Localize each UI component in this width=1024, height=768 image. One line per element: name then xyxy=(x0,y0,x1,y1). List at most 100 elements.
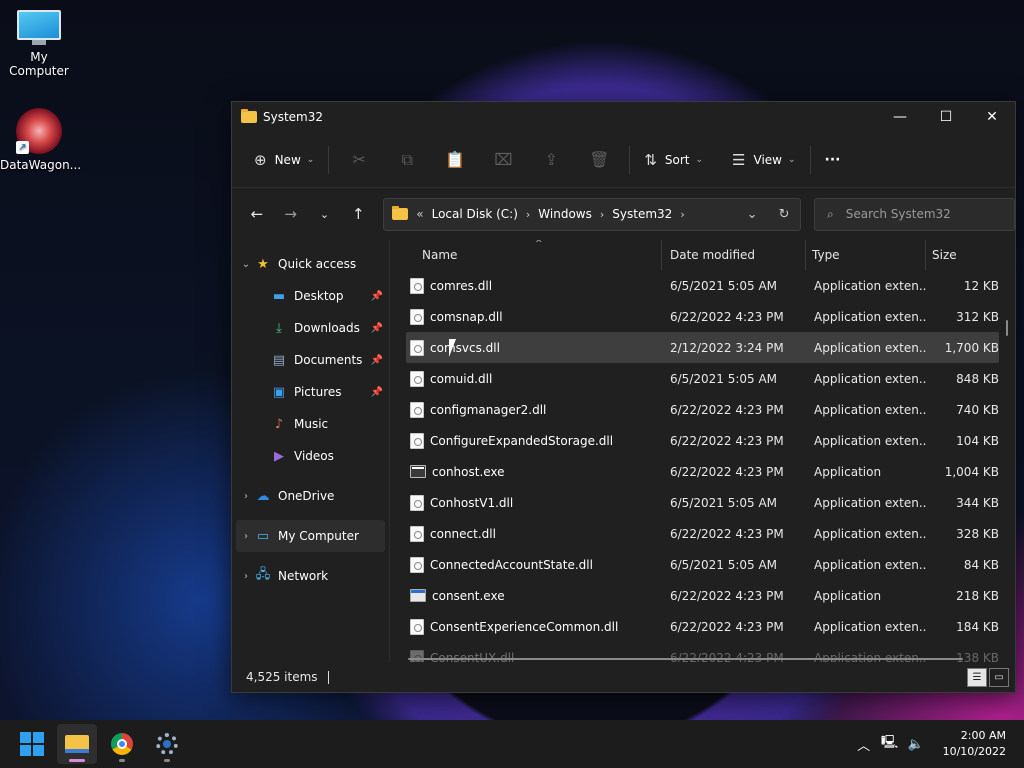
dll-file-icon xyxy=(410,401,424,418)
recent-locations-button[interactable]: ⌄ xyxy=(308,198,342,230)
downloads-icon: ⤓ xyxy=(276,320,282,336)
file-type: Application exten... xyxy=(814,526,926,541)
nav-network[interactable]: › 🖧 Network xyxy=(232,560,389,592)
file-row[interactable]: comres.dll 6/5/2021 5:05 AM Application ex… xyxy=(406,270,999,301)
file-row[interactable]: conhost.exe 6/22/2022 4:23 PM Application 1… xyxy=(406,456,999,487)
vertical-scrollbar[interactable] xyxy=(1006,320,1008,336)
nav-my-computer[interactable]: › ▭ My Computer xyxy=(236,520,385,552)
desktop-folder-icon: ▬ xyxy=(272,288,286,304)
star-icon: ★ xyxy=(257,256,269,272)
more-label: ··· xyxy=(824,151,841,168)
breadcrumb-system32[interactable]: System32 xyxy=(612,207,672,221)
nav-onedrive[interactable]: › ☁ OneDrive xyxy=(232,480,389,512)
window-title: System32 xyxy=(263,110,324,124)
search-icon: ⌕ xyxy=(827,206,834,221)
file-row[interactable]: comuid.dll 6/5/2021 5:05 AM Application ex… xyxy=(406,363,999,394)
title-bar[interactable]: System32 — ☐ ✕ xyxy=(232,102,1015,132)
file-date: 6/22/2022 4:23 PM xyxy=(670,464,784,479)
file-name-cell: conhost.exe xyxy=(406,465,662,479)
refresh-icon[interactable]: ↻ xyxy=(768,207,800,222)
file-row[interactable]: ConhostV1.dll 6/5/2021 5:05 AM Application… xyxy=(406,487,999,518)
horizontal-scrollbar[interactable] xyxy=(408,658,963,660)
nav-label: OneDrive xyxy=(278,489,335,503)
network-status-icon[interactable]: 🖳 xyxy=(877,733,903,755)
nav-item-music[interactable]: ♪ Music xyxy=(232,408,389,440)
file-date: 6/22/2022 4:23 PM xyxy=(670,433,784,448)
file-row[interactable]: consent.exe 6/22/2022 4:23 PM Application 2… xyxy=(406,580,999,611)
delete-icon[interactable]: 🗑 xyxy=(575,144,623,176)
nav-item-videos[interactable]: ▶ Videos xyxy=(232,440,389,472)
search-box[interactable]: ⌕ Search System32 xyxy=(814,197,1015,231)
datawagon-shortcut-icon: ↗ xyxy=(16,108,62,154)
file-row[interactable]: comsvcs.dll 2/12/2022 3:24 PM Application … xyxy=(406,332,999,363)
desktop-icon-my-computer[interactable]: My Computer xyxy=(0,10,78,78)
minimize-button[interactable]: — xyxy=(877,102,923,132)
file-size: 104 KB xyxy=(956,433,999,448)
new-button[interactable]: ⊕ New ⌄ xyxy=(246,144,322,176)
nav-item-documents[interactable]: ▤ Documents 📌 xyxy=(232,344,389,376)
nav-item-desktop[interactable]: ▬ Desktop 📌 xyxy=(232,280,389,312)
forward-button[interactable]: → xyxy=(274,198,308,230)
breadcrumb-local-disk[interactable]: Local Disk (C:) xyxy=(432,207,518,221)
sort-ascending-icon: ^ xyxy=(535,240,543,249)
column-header-type[interactable]: Type xyxy=(806,240,926,270)
file-row[interactable]: ConsentExperienceCommon.dll 6/22/2022 4:2… xyxy=(406,611,999,642)
cut-icon[interactable]: ✂ xyxy=(335,144,383,176)
dll-file-icon xyxy=(410,618,424,635)
file-type: Application xyxy=(814,588,882,603)
view-label: View xyxy=(753,152,782,167)
tiles-view-icon[interactable]: ▭ xyxy=(989,668,1009,687)
file-row[interactable]: configmanager2.dll 6/22/2022 4:23 PM Appli… xyxy=(406,394,999,425)
taskbar-chrome[interactable] xyxy=(102,724,142,764)
column-header-size[interactable]: Size xyxy=(926,240,996,270)
details-view-icon[interactable]: ☰ xyxy=(967,668,987,687)
column-header-name[interactable]: Name xyxy=(390,240,662,270)
back-button[interactable]: ← xyxy=(240,198,274,230)
file-row[interactable]: ConnectedAccountState.dll 6/5/2021 5:05 A… xyxy=(406,549,999,580)
file-size: 344 KB xyxy=(956,495,999,510)
chevron-down-icon: ⌄ xyxy=(241,258,251,270)
column-headers: ^ Name Date modified Type Size xyxy=(390,240,1015,270)
up-button[interactable]: ↑ xyxy=(341,198,375,230)
file-type: Application exten... xyxy=(814,650,926,663)
file-date: 6/22/2022 4:23 PM xyxy=(670,588,784,603)
documents-icon: ▤ xyxy=(272,352,286,368)
clock[interactable]: 2:00 AM 10/10/2022 xyxy=(943,728,1006,760)
nav-item-downloads[interactable]: ⤓ Downloads 📌 xyxy=(232,312,389,344)
view-button[interactable]: ☰ View ⌄ xyxy=(724,144,803,176)
close-button[interactable]: ✕ xyxy=(969,102,1015,132)
address-bar[interactable]: « Local Disk (C:) › Windows › System32 › ⌄ … xyxy=(383,197,802,231)
paste-icon[interactable]: 📋 xyxy=(431,144,479,176)
column-header-date[interactable]: Date modified xyxy=(662,240,806,270)
volume-icon[interactable]: 🔈 xyxy=(903,737,929,752)
dll-file-icon xyxy=(410,277,424,294)
file-name: configmanager2.dll xyxy=(430,402,547,417)
taskbar-settings[interactable] xyxy=(147,724,187,764)
share-icon[interactable]: ⇪ xyxy=(527,144,575,176)
file-row[interactable]: connect.dll 6/22/2022 4:23 PM Application … xyxy=(406,518,999,549)
file-row[interactable]: ConfigureExpandedStorage.dll 6/22/2022 4:… xyxy=(406,425,999,456)
nav-item-pictures[interactable]: ▣ Pictures 📌 xyxy=(232,376,389,408)
rename-icon[interactable]: ⌧ xyxy=(479,144,527,176)
copy-icon[interactable]: ⧉ xyxy=(383,144,431,176)
maximize-button[interactable]: ☐ xyxy=(923,102,969,132)
monitor-icon: ▭ xyxy=(256,528,270,544)
nav-label: Videos xyxy=(294,449,334,463)
chevron-up-icon[interactable]: ︿ xyxy=(851,735,877,754)
file-size: 12 KB xyxy=(963,278,999,293)
breadcrumb-windows[interactable]: Windows xyxy=(538,207,592,221)
start-button[interactable] xyxy=(12,724,52,764)
nav-quick-access[interactable]: ⌄ ★ Quick access xyxy=(232,248,389,280)
nav-label: My Computer xyxy=(278,529,359,543)
file-name: ConsentExperienceCommon.dll xyxy=(430,619,619,634)
taskbar-file-explorer[interactable] xyxy=(57,724,97,764)
sort-button[interactable]: ⇅ Sort ⌄ xyxy=(636,144,711,176)
desktop-icon-datawagon[interactable]: ↗ DataWagon... xyxy=(0,108,81,172)
new-label: New xyxy=(274,152,301,167)
address-dropdown-icon[interactable]: ⌄ xyxy=(736,207,768,222)
file-row[interactable]: comsnap.dll 6/22/2022 4:23 PM Application … xyxy=(406,301,999,332)
file-name: comres.dll xyxy=(430,278,493,293)
file-list: ^ Name Date modified Type Size comres.dl… xyxy=(390,240,1015,662)
more-options-button[interactable]: ··· xyxy=(817,144,849,176)
file-type: Application exten... xyxy=(814,619,926,634)
